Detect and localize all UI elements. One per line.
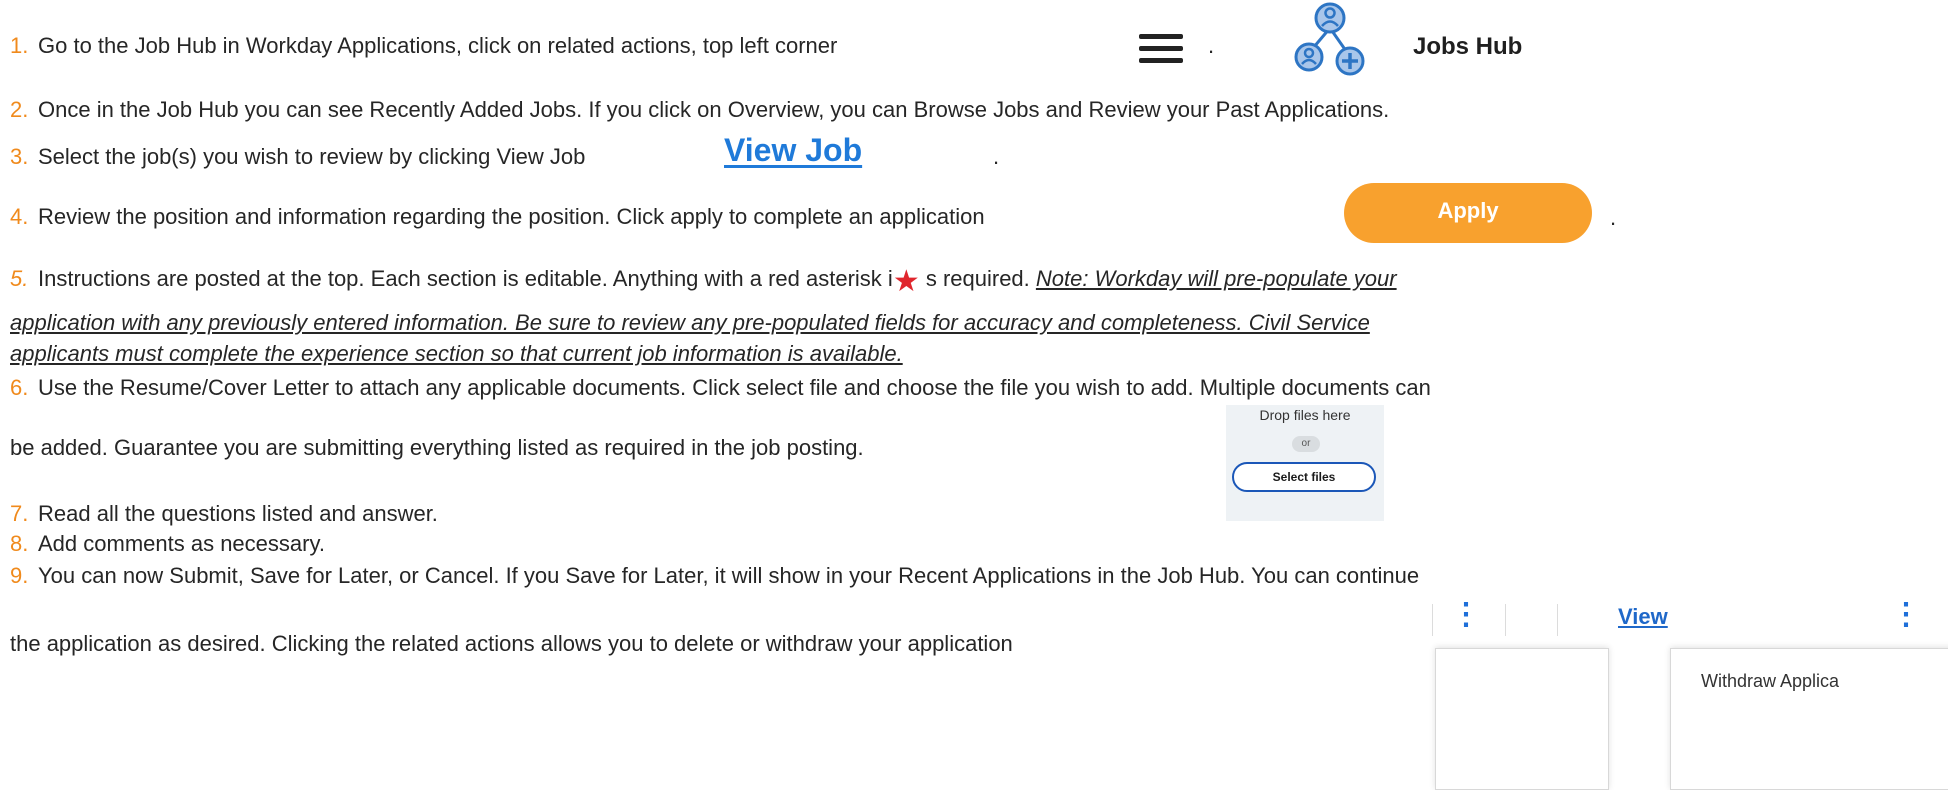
required-asterisk-icon: ★ [892, 265, 920, 298]
withdraw-menu: Withdraw Applica [1670, 648, 1948, 790]
jobs-hub-label: Jobs Hub [1413, 33, 1523, 60]
note-line-1: Note: Workday will pre-populate your [1035, 266, 1397, 291]
note-line-2: application with any previously entered … [10, 310, 1370, 335]
step-number: 8. [10, 531, 29, 556]
related-actions-area: ⋮ View ⋮ Withdraw Applica [1427, 596, 1948, 790]
step-5: 5. Instructions are posted at the top. Ea… [10, 265, 1397, 298]
step-number: 6. [10, 375, 29, 400]
step-2: 2. Once in the Job Hub you can see Recent… [10, 96, 1389, 124]
step-text: Review the position and information rega… [38, 204, 985, 229]
note-line-3: applicants must complete the experience … [10, 341, 903, 366]
related-actions-kebab-icon[interactable]: ⋮ [1891, 600, 1921, 630]
step-text: You can now Submit, Save for Later, or C… [38, 563, 1420, 588]
step-7: 7. Read all the questions listed and answ… [10, 500, 438, 528]
step-1: 1. Go to the Job Hub in Workday Applicati… [10, 32, 837, 60]
step-text: Select the job(s) you wish to review by … [38, 144, 586, 169]
apply-button[interactable]: Apply [1344, 183, 1592, 243]
related-actions-menu [1435, 648, 1609, 790]
step-number: 7. [10, 501, 29, 526]
step-text: Use the Resume/Cover Letter to attach an… [38, 375, 1431, 400]
step-number: 4. [10, 204, 29, 229]
step-text: Read all the questions listed and answer… [38, 501, 438, 526]
divider [1557, 604, 1558, 636]
step-1-period: . [1208, 33, 1215, 58]
step-number: 3. [10, 144, 29, 169]
select-files-button[interactable]: Select files [1232, 462, 1376, 492]
step-3: 3. Select the job(s) you wish to review b… [10, 143, 585, 171]
step-3-period: . [993, 144, 1000, 169]
step-number: 5. [10, 266, 29, 291]
step-4-period: . [1610, 205, 1617, 230]
step-number: 1. [10, 33, 29, 58]
step-8: 8. Add comments as necessary. [10, 530, 325, 558]
step-number: 9. [10, 563, 29, 588]
step-6-continued: be added. Guarantee you are submitting e… [10, 435, 864, 460]
divider [1505, 604, 1506, 636]
view-link-fragment[interactable]: View [1618, 604, 1668, 630]
step-4: 4. Review the position and information re… [10, 203, 985, 231]
withdraw-application-item[interactable]: Withdraw Applica [1701, 671, 1839, 692]
step-number: 2. [10, 97, 29, 122]
step-9: 9. You can now Submit, Save for Later, or… [10, 562, 1419, 590]
people-network-plus-icon [1294, 2, 1366, 78]
view-job-link[interactable]: View Job [724, 132, 862, 169]
step-text-after: s required. [919, 266, 1036, 291]
step-6: 6. Use the Resume/Cover Letter to attach … [10, 374, 1431, 402]
step-text: Go to the Job Hub in Workday Application… [38, 33, 838, 58]
divider [1432, 604, 1433, 636]
step-9-continued: the application as desired. Clicking the… [10, 631, 1013, 656]
or-pill: or [1292, 436, 1320, 452]
related-actions-kebab-icon[interactable]: ⋮ [1451, 600, 1481, 630]
menu-icon[interactable] [1139, 34, 1183, 70]
drop-files-text: Drop files here [1259, 407, 1351, 423]
file-drop-zone[interactable]: Drop files here or Select files [1226, 405, 1384, 521]
step-text: Instructions are posted at the top. Each… [38, 266, 893, 291]
step-text: Add comments as necessary. [38, 531, 325, 556]
step-text: Once in the Job Hub you can see Recently… [38, 97, 1390, 122]
